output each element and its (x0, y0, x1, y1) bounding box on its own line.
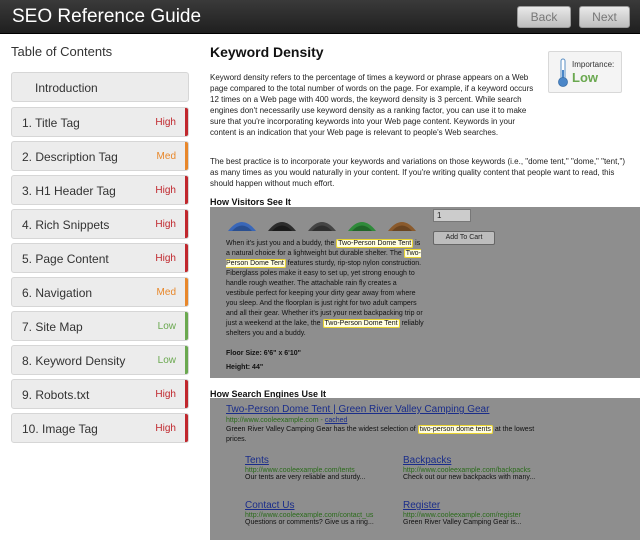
toc-item-site-map[interactable]: 7. Site Map Low (11, 311, 189, 341)
toc-item-label: 6. Navigation (22, 286, 93, 300)
toc-item-image-tag[interactable]: 10. Image Tag High (11, 413, 189, 443)
visitors-preview: 1 Add To Cart When it's just you and a b… (210, 207, 640, 378)
importance-bar (185, 414, 188, 442)
importance-level: High (155, 389, 176, 400)
best-practice-paragraph: The best practice is to incorporate your… (210, 157, 626, 188)
search-engine-preview: Two-Person Dome Tent | Green River Valle… (210, 398, 640, 540)
sitelink-desc: Our tents are very reliable and sturdy..… (245, 474, 366, 481)
cached-link[interactable]: cached (325, 417, 348, 424)
sitelink-desc: Questions or comments? Give us a ring... (245, 519, 374, 526)
sitelink-url: http://www.cooleexample.com/tents (245, 467, 355, 474)
importance-level: High (155, 185, 176, 196)
importance-level: High (155, 253, 176, 264)
sitelink-url: http://www.cooleexample.com/register (403, 512, 521, 519)
main-content: Keyword Density Importance: Low Keyword … (200, 34, 640, 540)
toc-item-label: 10. Image Tag (22, 422, 98, 436)
importance-level: High (155, 117, 176, 128)
toc-item-page-content[interactable]: 5. Page Content High (11, 243, 189, 273)
sitelink-title[interactable]: Register (403, 500, 573, 511)
toc-item-label: 9. Robots.txt (22, 388, 90, 402)
sitelink-title[interactable]: Backpacks (403, 455, 573, 466)
sitelink-backpacks: Backpacks http://www.cooleexample.com/ba… (403, 455, 573, 481)
sitelink-desc: Green River Valley Camping Gear is... (403, 519, 522, 526)
sitelink-contact-us: Contact Us http://www.cooleexample.com/c… (245, 500, 415, 526)
importance-bar (185, 176, 188, 204)
tent-blue-icon (228, 222, 256, 231)
desc-text: features sturdy, rip-stop nylon construc… (226, 260, 423, 327)
tent-gray-icon (308, 222, 336, 231)
sitelink-url: http://www.cooleexample.com/contact_us (245, 512, 374, 519)
page-title: Keyword Density (210, 44, 324, 60)
add-to-cart-button[interactable]: Add To Cart (433, 231, 495, 245)
importance-level: High (155, 423, 176, 434)
back-button[interactable]: Back (517, 6, 571, 28)
toc-item-label: 4. Rich Snippets (22, 218, 110, 232)
keyword-highlight: Two-Person Dome Tent (322, 319, 400, 328)
keyword-highlight: Two-Person Dome Tent (336, 239, 414, 248)
toc-item-label: 2. Description Tag (22, 150, 118, 164)
sitelink-register: Register http://www.cooleexample.com/reg… (403, 500, 573, 526)
thermometer-icon (558, 58, 568, 87)
toc-item-label: 3. H1 Header Tag (22, 184, 116, 198)
sitelink-title[interactable]: Tents (245, 455, 415, 466)
sitelink-url: http://www.cooleexample.com/backpacks (403, 467, 531, 474)
toc-item-title-tag[interactable]: 1. Title Tag High (11, 107, 189, 137)
toc-item-rich-snippets[interactable]: 4. Rich Snippets High (11, 209, 189, 239)
toc-item-h1-header-tag[interactable]: 3. H1 Header Tag High (11, 175, 189, 205)
top-bar: SEO Reference Guide Back Next (0, 0, 640, 34)
importance-bar (185, 210, 188, 238)
tent-green-icon (348, 222, 376, 231)
importance-level: Low (157, 355, 176, 366)
app-title: SEO Reference Guide (12, 6, 202, 27)
floor-size: Floor Size: 6'6" x 6'10" (226, 350, 301, 357)
importance-level: Low (157, 321, 176, 332)
product-description: When it's just you and a buddy, the Two-… (226, 239, 426, 339)
search-result-description: Green River Valley Camping Gear has the … (226, 425, 546, 445)
sidebar: Table of Contents Introduction 1. Title … (0, 34, 200, 540)
toc-item-navigation[interactable]: 6. Navigation Med (11, 277, 189, 307)
keyword-highlight: two-person dome tents (417, 425, 493, 434)
sitelink-tents: Tents http://www.cooleexample.com/tents … (245, 455, 415, 481)
toc-title: Table of Contents (11, 44, 113, 59)
result-desc-text: Green River Valley Camping Gear has the … (226, 426, 418, 433)
toc-item-label: Introduction (35, 81, 98, 95)
toc-item-label: 8. Keyword Density (22, 354, 126, 368)
quantity-input[interactable]: 1 (433, 209, 471, 222)
importance-bar (185, 108, 188, 136)
next-button[interactable]: Next (579, 6, 630, 28)
importance-bar (185, 278, 188, 306)
importance-badge: Importance: Low (548, 51, 622, 93)
importance-level: Med (156, 151, 176, 162)
importance-bar (185, 244, 188, 272)
toc-item-description-tag[interactable]: 2. Description Tag Med (11, 141, 189, 171)
importance-label: Importance: (572, 60, 615, 69)
desc-text: When it's just you and a buddy, the (226, 240, 337, 247)
importance-bar (185, 380, 188, 408)
importance-value: Low (572, 70, 598, 85)
toc-item-introduction[interactable]: Introduction (11, 72, 189, 102)
tent-height: Height: 44" (226, 364, 264, 371)
result-url-text: http://www.cooleexample.com - (226, 417, 325, 424)
importance-level: High (155, 219, 176, 230)
importance-bar (185, 312, 188, 340)
visitors-section-title: How Visitors See It (210, 197, 291, 207)
tent-brown-icon (388, 222, 416, 231)
sitelink-desc: Check out our new backpacks with many... (403, 474, 536, 481)
search-result-url: http://www.cooleexample.com - cached (226, 417, 347, 424)
toc-item-robots-txt[interactable]: 9. Robots.txt High (11, 379, 189, 409)
tent-black-icon (268, 222, 296, 231)
tent-thumbnails (228, 222, 416, 231)
importance-bar (185, 346, 188, 374)
sitelink-title[interactable]: Contact Us (245, 500, 415, 511)
intro-paragraph: Keyword density refers to the percentage… (210, 73, 534, 137)
importance-bar (185, 142, 188, 170)
toc-item-label: 1. Title Tag (22, 116, 80, 130)
toc-item-label: 5. Page Content (22, 252, 109, 266)
importance-level: Med (156, 287, 176, 298)
toc-item-label: 7. Site Map (22, 320, 83, 334)
toc-item-keyword-density[interactable]: 8. Keyword Density Low (11, 345, 189, 375)
search-result-title[interactable]: Two-Person Dome Tent | Green River Valle… (226, 404, 489, 415)
